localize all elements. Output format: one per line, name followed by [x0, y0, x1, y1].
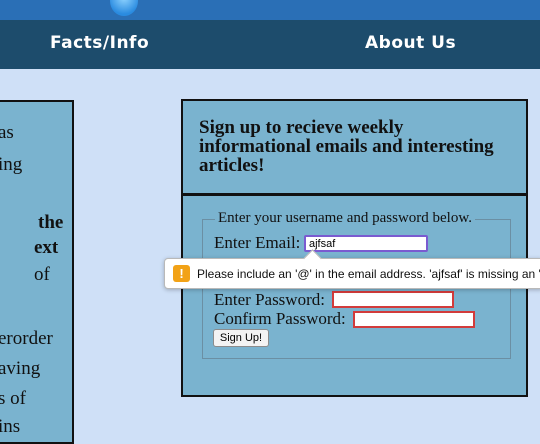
email-field[interactable]: ajfsaf	[304, 235, 428, 252]
signup-title: Sign up to recieve weekly informational …	[199, 117, 494, 176]
password-label: Enter Password:	[214, 290, 325, 309]
signup-header: Sign up to recieve weekly informational …	[183, 101, 526, 196]
panel-text-fragment: the	[38, 212, 64, 233]
left-info-panel: as ing the ext of erorder aving s of ins	[0, 100, 74, 444]
validation-tooltip: ! Please include an '@' in the email add…	[164, 249, 540, 289]
sign-up-button[interactable]: Sign Up!	[213, 329, 269, 347]
fieldset-legend: Enter your username and password below.	[215, 210, 475, 227]
validation-message: Please include an '@' in the email addre…	[197, 267, 540, 281]
panel-text-fragment: ing	[0, 154, 23, 175]
panel-text-fragment: s of	[0, 388, 26, 409]
panel-text-fragment: erorder	[0, 328, 53, 349]
nav-bar: Facts/Info About Us	[0, 20, 540, 69]
email-label: Enter Email:	[214, 233, 301, 252]
panel-text-fragment: as	[0, 122, 14, 143]
warning-icon: !	[173, 265, 190, 282]
confirm-password-label: Confirm Password:	[214, 309, 346, 328]
panel-text-fragment: ins	[0, 416, 21, 437]
email-field-value: ajfsaf	[309, 238, 336, 250]
top-banner	[0, 0, 540, 20]
panel-text-fragment: of	[34, 264, 50, 285]
banner-graphic	[110, 0, 138, 16]
password-field[interactable]	[332, 291, 454, 308]
nav-item-about-us[interactable]: About Us	[365, 33, 456, 53]
nav-item-facts-info[interactable]: Facts/Info	[50, 33, 149, 53]
panel-text-fragment: aving	[0, 358, 41, 379]
confirm-password-field[interactable]	[353, 311, 475, 328]
panel-text-fragment: ext	[34, 237, 59, 258]
